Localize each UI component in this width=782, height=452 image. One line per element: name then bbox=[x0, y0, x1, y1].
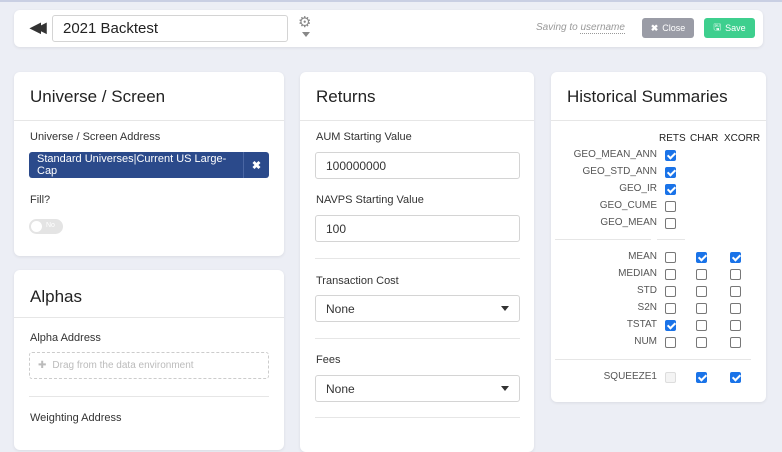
universe-address-label: Universe / Screen Address bbox=[30, 131, 161, 143]
divider bbox=[29, 396, 269, 397]
toggle-knob bbox=[31, 221, 42, 232]
row-label: TSTAT bbox=[626, 319, 657, 330]
divider bbox=[657, 239, 685, 240]
checkbox-std-char[interactable] bbox=[696, 286, 707, 297]
divider bbox=[551, 120, 766, 121]
divider bbox=[555, 239, 651, 240]
divider bbox=[315, 258, 520, 259]
alpha-address-dropzone[interactable]: ✚ Drag from the data environment bbox=[29, 352, 269, 379]
caret-down-icon bbox=[501, 386, 509, 391]
saving-text: Saving to username bbox=[536, 22, 625, 34]
checkbox-num-char[interactable] bbox=[696, 337, 707, 348]
divider bbox=[555, 359, 751, 360]
column-header-rets: RETS bbox=[659, 133, 686, 144]
saving-username-link[interactable]: username bbox=[580, 22, 625, 34]
universe-card: Universe / Screen Universe / Screen Addr… bbox=[14, 72, 284, 256]
row-label: GEO_IR bbox=[619, 183, 657, 194]
checkbox-tstat-xcorr[interactable] bbox=[730, 320, 741, 331]
universe-address-tag[interactable]: Standard Universes|Current US Large-Cap … bbox=[29, 152, 269, 178]
returns-title: Returns bbox=[316, 87, 376, 106]
row-label: GEO_STD_ANN bbox=[582, 166, 657, 177]
alphas-card: Alphas Alpha Address ✚ Drag from the data… bbox=[14, 270, 284, 450]
floppy-disk-icon: 🖫 bbox=[713, 22, 722, 32]
checkbox-geo_std_ann-rets[interactable] bbox=[665, 167, 676, 178]
fees-select[interactable]: None bbox=[315, 375, 520, 402]
checkbox-geo_mean-rets[interactable] bbox=[665, 218, 676, 229]
checkbox-squeeze1-rets bbox=[665, 372, 676, 383]
row-label: SQUEEZE1 bbox=[603, 371, 657, 382]
checkbox-squeeze1-char[interactable] bbox=[696, 372, 707, 383]
checkbox-geo_cume-rets[interactable] bbox=[665, 201, 676, 212]
row-label: NUM bbox=[634, 336, 657, 347]
row-label: GEO_CUME bbox=[599, 200, 657, 211]
fees-value: None bbox=[326, 381, 355, 396]
checkbox-s2n-xcorr[interactable] bbox=[730, 303, 741, 314]
fees-label: Fees bbox=[316, 354, 341, 366]
close-label: Close bbox=[662, 23, 686, 33]
backtest-title-input[interactable]: 2021 Backtest bbox=[52, 15, 288, 42]
aum-input[interactable]: 100000000 bbox=[315, 152, 520, 179]
checkbox-mean-xcorr[interactable] bbox=[730, 252, 741, 263]
divider bbox=[315, 417, 520, 418]
weighting-address-label: Weighting Address bbox=[30, 412, 122, 424]
saving-prefix: Saving to bbox=[536, 22, 578, 33]
navps-input[interactable]: 100 bbox=[315, 215, 520, 242]
checkbox-std-xcorr[interactable] bbox=[730, 286, 741, 297]
checkbox-num-xcorr[interactable] bbox=[730, 337, 741, 348]
checkbox-mean-char[interactable] bbox=[696, 252, 707, 263]
checkbox-std-rets[interactable] bbox=[665, 286, 676, 297]
column-header-xcorr: XCORR bbox=[724, 133, 761, 144]
checkbox-mean-rets[interactable] bbox=[665, 252, 676, 263]
gear-icon[interactable]: ⚙ bbox=[298, 13, 311, 31]
checkbox-median-xcorr[interactable] bbox=[730, 269, 741, 280]
universe-title: Universe / Screen bbox=[30, 87, 166, 106]
alpha-address-label: Alpha Address bbox=[30, 332, 101, 344]
close-icon: ✖ bbox=[650, 22, 659, 33]
fill-toggle[interactable]: No bbox=[29, 219, 63, 234]
transaction-cost-label: Transaction Cost bbox=[316, 275, 399, 287]
save-label: Save bbox=[725, 23, 746, 33]
fill-label: Fill? bbox=[30, 194, 51, 206]
alpha-placeholder: Drag from the data environment bbox=[52, 360, 194, 371]
checkbox-num-rets[interactable] bbox=[665, 337, 676, 348]
checkbox-squeeze1-xcorr[interactable] bbox=[730, 372, 741, 383]
plus-icon: ✚ bbox=[38, 360, 47, 371]
remove-address-icon[interactable]: ✖ bbox=[243, 152, 269, 178]
transaction-cost-value: None bbox=[326, 301, 355, 316]
checkbox-s2n-char[interactable] bbox=[696, 303, 707, 314]
historical-card: Historical Summaries RETS CHAR XCORR GEO_ME… bbox=[551, 72, 766, 402]
double-chevron-left-icon[interactable]: ◀◀ bbox=[30, 19, 46, 36]
column-header-char: CHAR bbox=[690, 133, 719, 144]
checkbox-s2n-rets[interactable] bbox=[665, 303, 676, 314]
row-label: MEAN bbox=[628, 251, 657, 262]
gear-dropdown-caret-icon[interactable] bbox=[302, 32, 310, 37]
checkbox-geo_mean_ann-rets[interactable] bbox=[665, 150, 676, 161]
checkbox-tstat-char[interactable] bbox=[696, 320, 707, 331]
navps-label: NAVPS Starting Value bbox=[316, 194, 424, 206]
row-label: MEDIAN bbox=[618, 268, 657, 279]
historical-title: Historical Summaries bbox=[567, 87, 728, 106]
row-label: STD bbox=[637, 285, 657, 296]
alphas-title: Alphas bbox=[30, 287, 82, 306]
header-bar: ◀◀ 2021 Backtest ⚙ Saving to username ✖ C… bbox=[14, 10, 763, 47]
divider bbox=[300, 120, 534, 121]
save-button[interactable]: 🖫 Save bbox=[704, 18, 755, 38]
divider bbox=[315, 338, 520, 339]
checkbox-median-rets[interactable] bbox=[665, 269, 676, 280]
divider bbox=[14, 120, 284, 121]
close-button[interactable]: ✖ Close bbox=[642, 18, 694, 38]
checkbox-median-char[interactable] bbox=[696, 269, 707, 280]
caret-down-icon bbox=[501, 306, 509, 311]
row-label: GEO_MEAN_ANN bbox=[573, 149, 657, 160]
checkbox-geo_ir-rets[interactable] bbox=[665, 184, 676, 195]
row-label: S2N bbox=[637, 302, 657, 313]
universe-address-value: Standard Universes|Current US Large-Cap bbox=[37, 153, 227, 177]
divider bbox=[14, 317, 284, 318]
returns-card: Returns AUM Starting Value 100000000 NAV… bbox=[300, 72, 534, 452]
checkbox-tstat-rets[interactable] bbox=[665, 320, 676, 331]
row-label: GEO_MEAN bbox=[600, 217, 657, 228]
transaction-cost-select[interactable]: None bbox=[315, 295, 520, 322]
aum-label: AUM Starting Value bbox=[316, 131, 412, 143]
fill-toggle-text: No bbox=[46, 222, 55, 229]
